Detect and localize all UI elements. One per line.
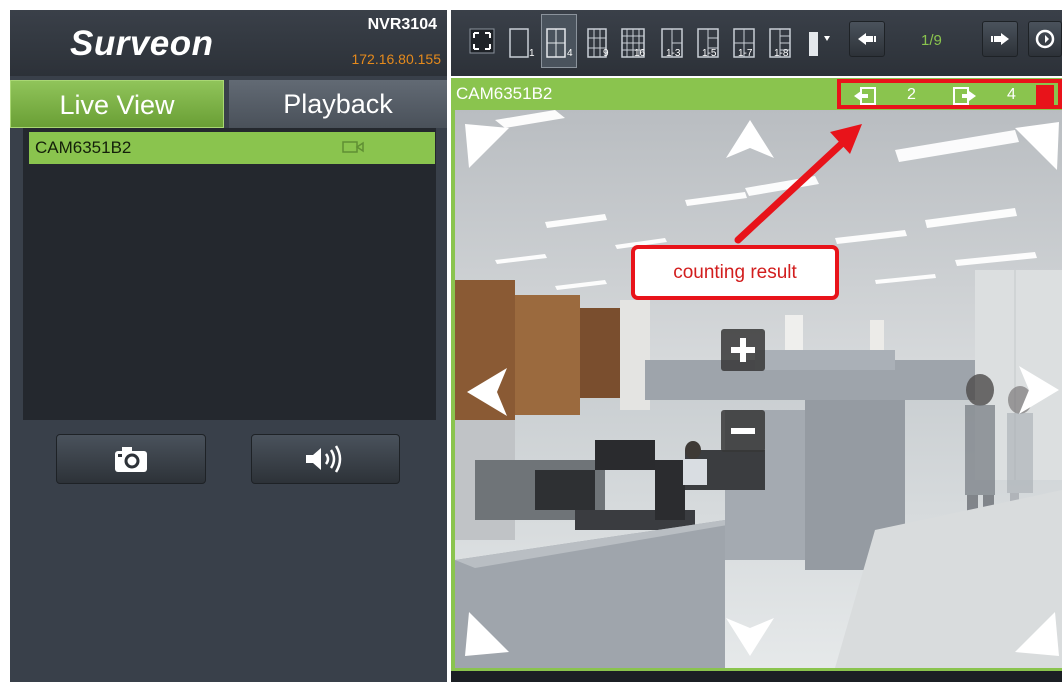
sequence-button[interactable] <box>1028 21 1062 57</box>
fullscreen-icon[interactable] <box>469 18 495 60</box>
ptz-left-arrow-icon[interactable] <box>465 366 509 418</box>
camera-name: CAM6351B2 <box>35 138 132 157</box>
annotation-arrow-icon <box>734 124 862 244</box>
layout-9-icon[interactable] <box>587 18 613 60</box>
arrow-left-icon <box>858 33 876 45</box>
layout-1-3-label: 1-3 <box>666 48 681 59</box>
video-status-bar <box>451 668 1062 682</box>
layout-toolbar: 1 4 9 16 1-3 1-5 1-7 1-8 1/9 <box>451 10 1062 76</box>
plus-icon <box>731 338 755 362</box>
ptz-down-arrow-icon[interactable] <box>724 614 776 658</box>
layout-4-label: 4 <box>567 48 573 59</box>
ptz-up-right-arrow-icon[interactable] <box>1013 120 1061 172</box>
brand-header: Surveon NVR3104 172.16.80.155 <box>10 10 447 76</box>
people-counter: 2 4 <box>837 79 1062 109</box>
next-page-button[interactable] <box>982 21 1018 57</box>
layout-1-label: 1 <box>529 48 535 59</box>
layout-1-5-label: 1-5 <box>702 48 717 59</box>
zoom-in-button[interactable] <box>721 329 765 371</box>
layout-16-label: 16 <box>634 48 646 59</box>
nvr-model: NVR3104 <box>367 16 437 33</box>
people-out-count: 4 <box>1007 86 1016 103</box>
video-camera-title: CAM6351B2 <box>456 84 553 103</box>
video-camera-icon <box>342 141 364 153</box>
minus-icon <box>731 428 755 434</box>
people-in-count: 2 <box>907 86 916 103</box>
tab-playback[interactable]: Playback <box>229 80 447 128</box>
arrow-right-icon <box>991 33 1009 45</box>
speaker-icon <box>305 445 341 473</box>
video-header: CAM6351B2 2 4 <box>451 78 1062 110</box>
page-indicator: 1/9 <box>921 32 942 49</box>
counting-result-callout: counting result <box>631 245 839 300</box>
people-in-icon <box>854 87 876 105</box>
ptz-down-left-arrow-icon[interactable] <box>463 610 511 658</box>
audio-button[interactable] <box>251 434 400 484</box>
left-panel: Surveon NVR3104 172.16.80.155 Live View … <box>10 10 447 682</box>
alarm-indicator <box>1036 85 1054 107</box>
nvr-ip-address: 172.16.80.155 <box>351 51 441 67</box>
ptz-right-arrow-icon[interactable] <box>1015 364 1061 416</box>
ptz-up-left-arrow-icon[interactable] <box>463 122 511 170</box>
ptz-down-right-arrow-icon[interactable] <box>1013 610 1061 658</box>
surveon-logo: Surveon <box>70 24 214 63</box>
layout-1-8-label: 1-8 <box>774 48 789 59</box>
layout-more-dropdown-icon[interactable] <box>806 18 836 60</box>
camera-list: CAM6351B2 <box>23 128 436 420</box>
layout-9-label: 9 <box>603 48 609 59</box>
camera-icon <box>115 447 147 472</box>
zoom-out-button[interactable] <box>721 410 765 452</box>
previous-page-button[interactable] <box>849 21 885 57</box>
tab-live-view[interactable]: Live View <box>10 80 224 128</box>
refresh-icon <box>1035 29 1055 49</box>
layout-1-7-label: 1-7 <box>738 48 753 59</box>
snapshot-button[interactable] <box>56 434 206 484</box>
people-out-icon <box>953 87 976 105</box>
camera-list-item[interactable]: CAM6351B2 <box>29 132 435 164</box>
